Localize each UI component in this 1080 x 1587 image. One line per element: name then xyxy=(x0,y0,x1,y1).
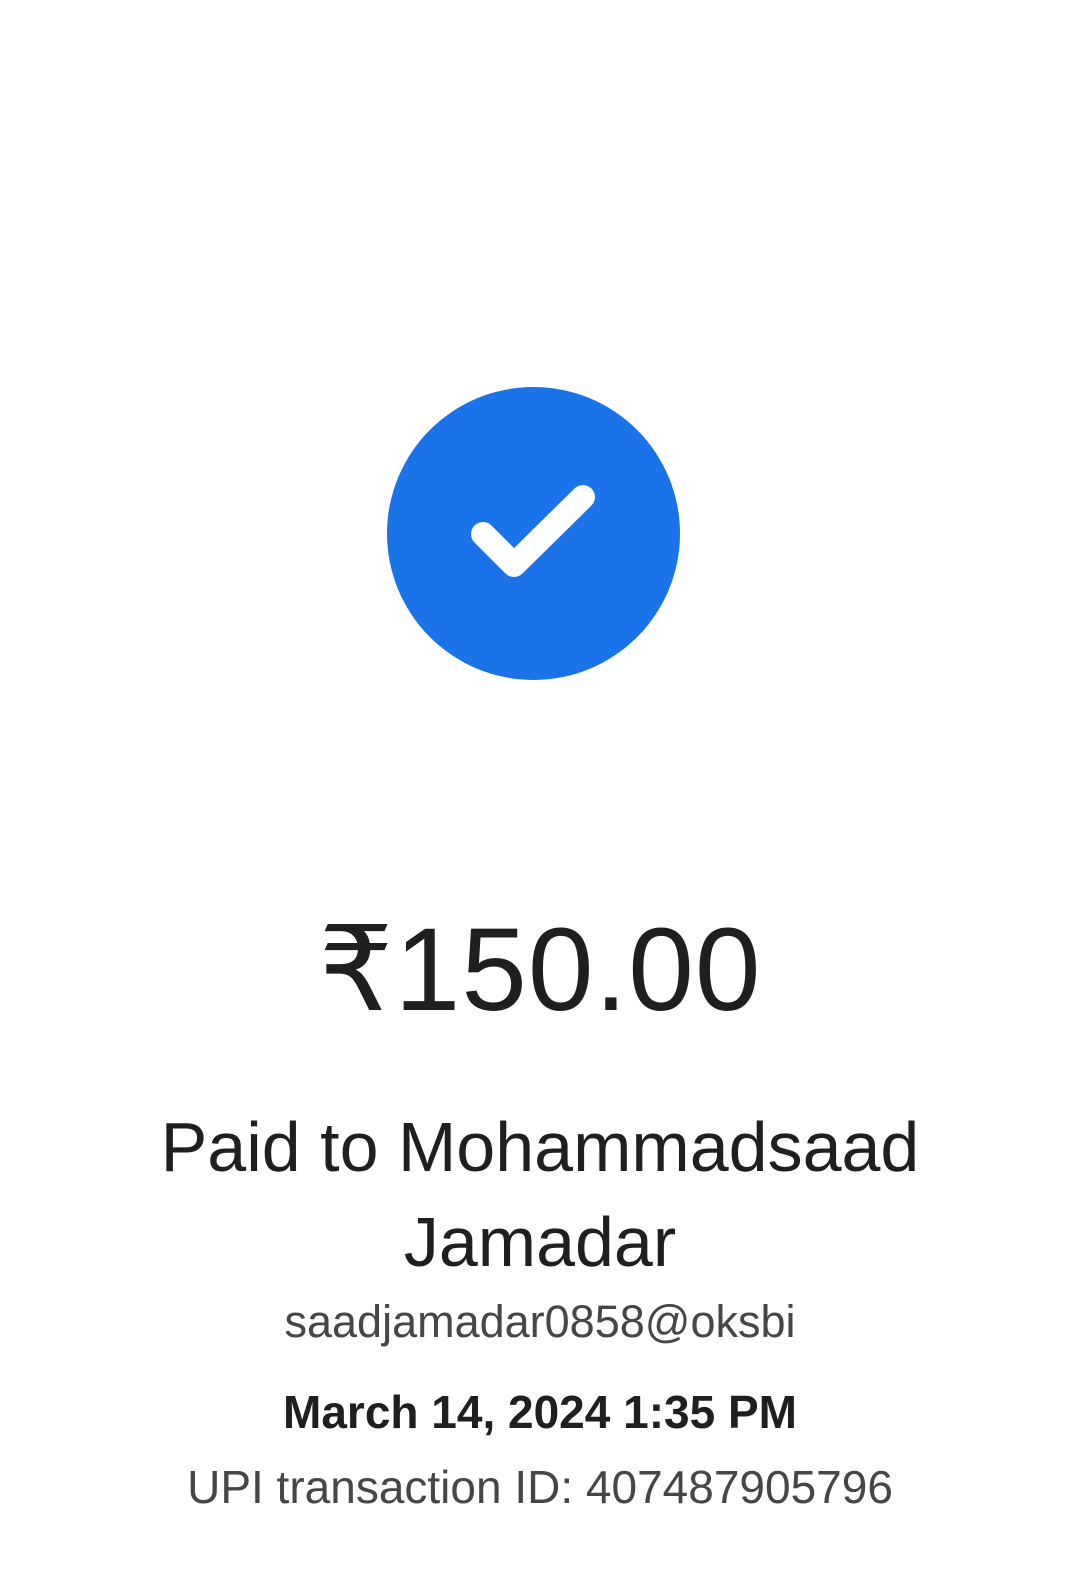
payment-success-screen: ₹150.00 Paid to Mohammadsaad Jamadar saa… xyxy=(0,0,1080,1587)
payee-name: Paid to Mohammadsaad Jamadar xyxy=(160,1108,920,1281)
payment-amount: ₹150.00 xyxy=(318,904,762,1036)
check-circle-icon xyxy=(387,387,680,680)
payee-upi-id: saadjamadar0858@oksbi xyxy=(284,1296,796,1347)
payment-datetime: March 14, 2024 1:35 PM xyxy=(283,1386,797,1438)
upi-transaction-id: UPI transaction ID: 407487905796 xyxy=(187,1461,893,1513)
checkmark-icon xyxy=(471,485,595,577)
